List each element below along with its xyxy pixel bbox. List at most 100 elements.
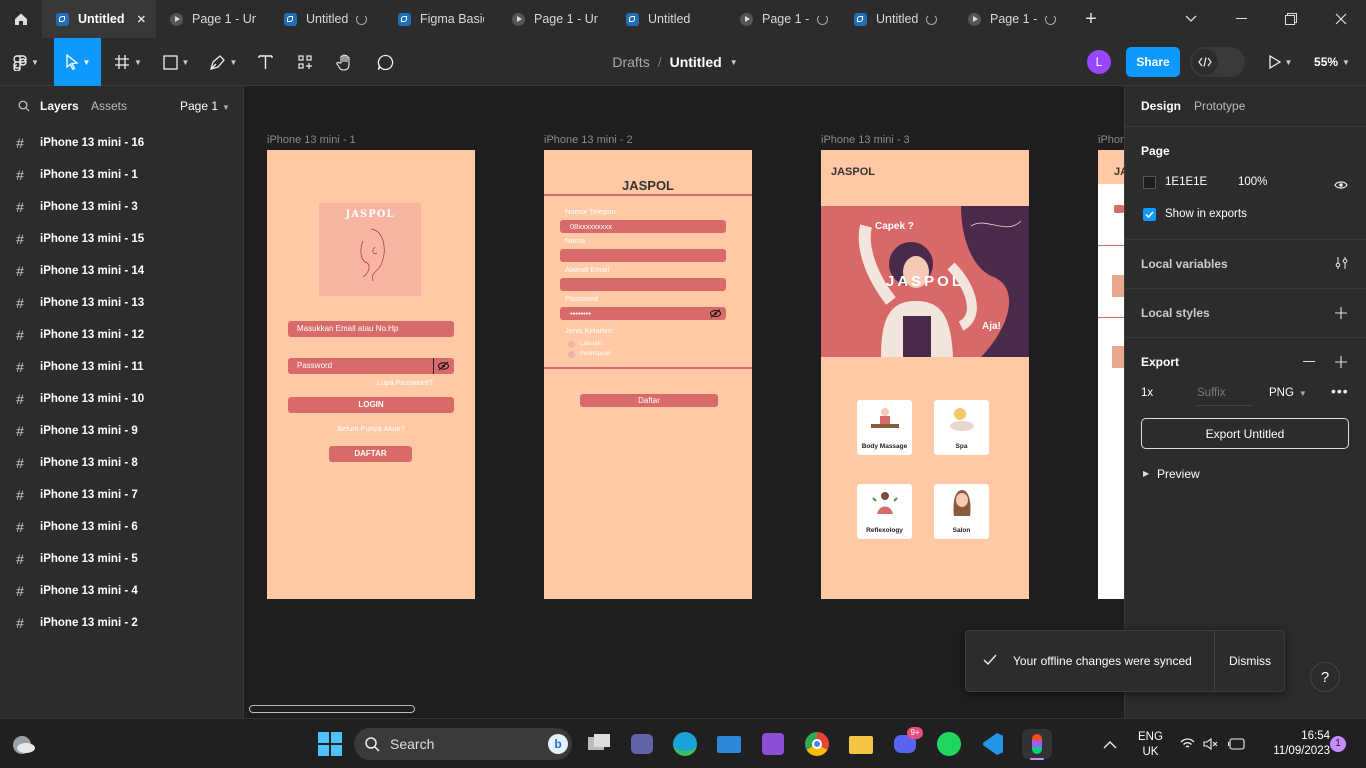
tab-1[interactable]: Untitled ✕	[42, 0, 156, 38]
figma-taskbar-icon[interactable]	[1022, 729, 1052, 760]
layer-item[interactable]: # iPhone 13 mini - 6	[0, 511, 243, 543]
bg-color-swatch[interactable]	[1143, 176, 1156, 189]
tab-8[interactable]: Untitled	[840, 0, 954, 38]
dismiss-button[interactable]: Dismiss	[1229, 654, 1271, 668]
layer-item[interactable]: # iPhone 13 mini - 5	[0, 543, 243, 575]
frame-label-3[interactable]: iPhone 13 mini - 3	[821, 134, 910, 146]
show-hidden-icons-chevron-icon[interactable]	[1103, 736, 1117, 754]
pen-tool-button[interactable]: ▼	[204, 38, 242, 86]
shape-tool-button[interactable]: ▼	[158, 38, 194, 86]
page-selector[interactable]: Page 1 ▼	[180, 99, 230, 113]
frame-label-1[interactable]: iPhone 13 mini - 1	[267, 134, 356, 146]
bg-opacity[interactable]: 100%	[1238, 176, 1267, 188]
layer-item[interactable]: # iPhone 13 mini - 3	[0, 191, 243, 223]
layer-item[interactable]: # iPhone 13 mini - 2	[0, 607, 243, 639]
spotify-icon[interactable]	[934, 729, 964, 759]
present-button[interactable]: ▼	[1262, 38, 1298, 86]
comment-tool-button[interactable]	[372, 38, 398, 86]
tab-layers[interactable]: Layers	[40, 99, 79, 113]
help-button[interactable]: ?	[1310, 662, 1340, 692]
text-tool-button[interactable]	[252, 38, 278, 86]
layer-item[interactable]: # iPhone 13 mini - 13	[0, 287, 243, 319]
export-suffix-input[interactable]: Suffix	[1197, 387, 1226, 399]
move-tool-button[interactable]: ▼	[54, 38, 101, 86]
weather-icon[interactable]	[10, 733, 36, 755]
eye-icon[interactable]	[1334, 177, 1348, 195]
layer-item[interactable]: # iPhone 13 mini - 7	[0, 479, 243, 511]
file-explorer-icon[interactable]	[846, 729, 876, 759]
teams-icon[interactable]	[627, 729, 657, 759]
layer-item[interactable]: # iPhone 13 mini - 9	[0, 415, 243, 447]
tab-design[interactable]: Design	[1141, 99, 1181, 113]
battery-icon[interactable]	[1227, 737, 1246, 755]
zoom-dropdown[interactable]: 55% ▼	[1308, 38, 1356, 86]
wifi-icon[interactable]	[1180, 737, 1195, 755]
canvas[interactable]: iPhone 13 mini - 1 iPhone 13 mini - 2 iP…	[244, 86, 1124, 718]
clock[interactable]: 16:54 11/09/2023	[1254, 729, 1330, 759]
language-indicator[interactable]: ENG UK	[1138, 730, 1163, 760]
variables-settings-icon[interactable]	[1335, 256, 1348, 275]
show-exports-checkbox[interactable]	[1143, 208, 1156, 221]
layer-item[interactable]: # iPhone 13 mini - 8	[0, 447, 243, 479]
bg-color-hex[interactable]: 1E1E1E	[1165, 176, 1207, 188]
preview-chevron-icon[interactable]: ▶	[1143, 469, 1149, 478]
share-button[interactable]: Share	[1126, 47, 1180, 77]
resources-button[interactable]	[292, 38, 318, 86]
local-variables-title[interactable]: Local variables	[1141, 257, 1228, 271]
visual-studio-icon[interactable]	[758, 729, 788, 759]
vscode-icon[interactable]	[978, 729, 1008, 759]
hand-tool-button[interactable]	[332, 38, 358, 86]
export-format-dropdown[interactable]: PNG ▼	[1269, 387, 1307, 399]
horizontal-scrollbar[interactable]	[249, 705, 415, 713]
layer-item[interactable]: # iPhone 13 mini - 10	[0, 383, 243, 415]
main-menu-button[interactable]: ▼	[8, 38, 44, 86]
tab-4[interactable]: Figma Basic	[384, 0, 498, 38]
tab-9[interactable]: Page 1 -	[954, 0, 1068, 38]
taskbar-search[interactable]: Search b	[354, 728, 572, 760]
layer-item[interactable]: # iPhone 13 mini - 4	[0, 575, 243, 607]
notification-badge[interactable]: 1	[1330, 736, 1346, 752]
layer-item[interactable]: # iPhone 13 mini - 11	[0, 351, 243, 383]
mail-icon[interactable]	[714, 729, 744, 759]
new-tab-button[interactable]: +	[1068, 0, 1114, 38]
frame-partial[interactable]: JA	[1098, 150, 1124, 599]
task-view-icon[interactable]	[584, 729, 614, 759]
avatar[interactable]: L	[1087, 50, 1111, 74]
frame-label-4[interactable]: iPhone	[1098, 134, 1124, 146]
tab-assets[interactable]: Assets	[91, 99, 127, 113]
tab-list-chevron-icon[interactable]	[1168, 0, 1214, 38]
tab-prototype[interactable]: Prototype	[1194, 99, 1245, 113]
tab-5[interactable]: Page 1 - Un	[498, 0, 612, 38]
discord-icon[interactable]: 9+	[890, 727, 923, 759]
search-icon[interactable]	[18, 99, 30, 117]
start-button[interactable]	[315, 729, 345, 759]
frame-home[interactable]: JASPOL Capek ? JASPOL Aja! Body Massage …	[821, 150, 1029, 599]
add-export-icon[interactable]	[1335, 355, 1347, 373]
layer-item[interactable]: # iPhone 13 mini - 12	[0, 319, 243, 351]
add-style-icon[interactable]	[1335, 306, 1347, 324]
chrome-icon[interactable]	[802, 729, 832, 759]
volume-muted-icon[interactable]	[1203, 737, 1219, 755]
tab-3[interactable]: Untitled	[270, 0, 384, 38]
layer-item[interactable]: # iPhone 13 mini - 1	[0, 159, 243, 191]
tab-2[interactable]: Page 1 - Un	[156, 0, 270, 38]
frame-login[interactable]: JASPOL Masukkan Email atau No.Hp Passwor…	[267, 150, 475, 599]
export-scale[interactable]: 1x	[1141, 387, 1153, 399]
frame-register[interactable]: JASPOL Nomor Telepon 08xxxxxxxxx Nama Al…	[544, 150, 752, 599]
local-styles-title[interactable]: Local styles	[1141, 306, 1210, 320]
dev-mode-toggle[interactable]	[1190, 47, 1245, 77]
export-button[interactable]: Export Untitled	[1141, 418, 1349, 449]
minimize-button[interactable]	[1218, 0, 1264, 38]
remove-export-icon[interactable]	[1303, 361, 1315, 362]
layer-item[interactable]: # iPhone 13 mini - 14	[0, 255, 243, 287]
close-window-button[interactable]	[1318, 0, 1364, 38]
frame-tool-button[interactable]: ▼	[110, 38, 146, 86]
edge-icon[interactable]	[670, 729, 700, 759]
layer-item[interactable]: # iPhone 13 mini - 15	[0, 223, 243, 255]
preview-toggle[interactable]: Preview	[1157, 467, 1200, 481]
more-options-icon[interactable]: •••	[1331, 384, 1349, 398]
file-name[interactable]: Untitled	[670, 54, 722, 70]
tab-6[interactable]: Untitled	[612, 0, 726, 38]
frame-label-2[interactable]: iPhone 13 mini - 2	[544, 134, 633, 146]
tab-7[interactable]: Page 1 -	[726, 0, 840, 38]
